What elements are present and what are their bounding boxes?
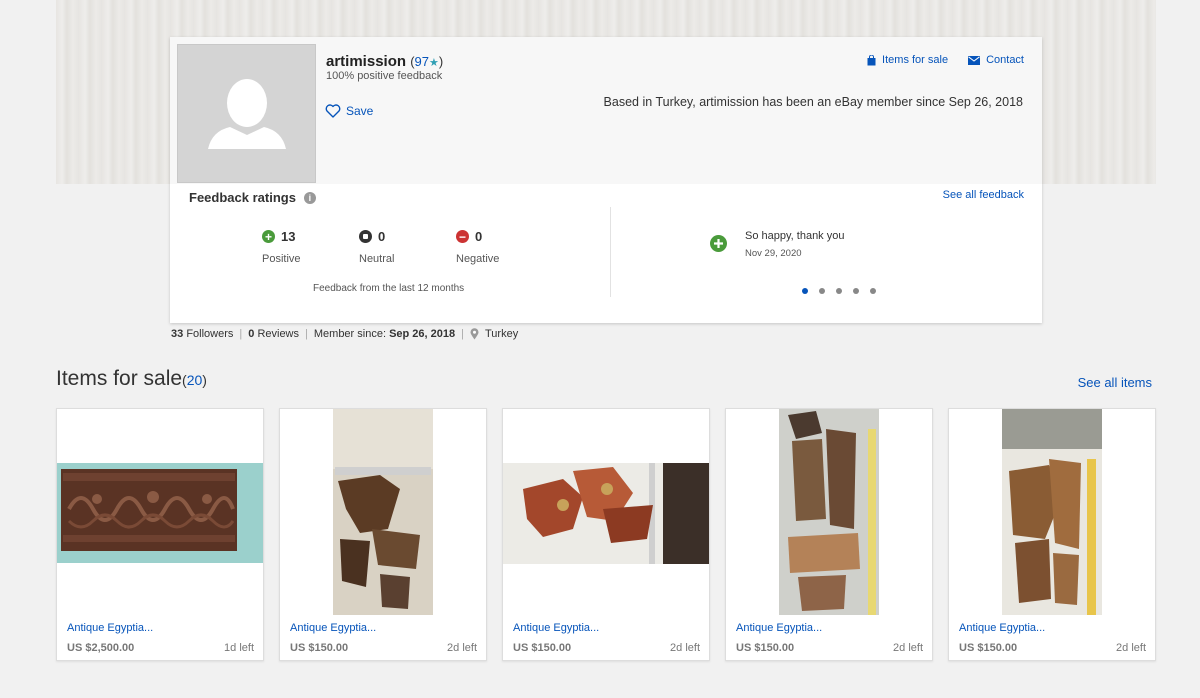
stats-separator: | bbox=[305, 328, 308, 340]
positive-feedback-icon bbox=[710, 235, 727, 252]
minus-icon: − bbox=[456, 230, 469, 243]
feedback-divider bbox=[610, 207, 611, 297]
item-time-left: 2d left bbox=[893, 642, 923, 654]
item-image[interactable] bbox=[949, 409, 1155, 615]
item-image[interactable] bbox=[280, 409, 486, 615]
item-time-left: 1d left bbox=[224, 642, 254, 654]
save-seller-button[interactable]: Save bbox=[325, 104, 373, 118]
items-for-sale-label: Items for sale bbox=[882, 54, 949, 66]
items-for-sale-link[interactable]: Items for sale bbox=[867, 54, 948, 66]
positive-rating[interactable]: + 13 Positive bbox=[262, 229, 301, 265]
member-location-text: Based in Turkey, artimission has been an… bbox=[603, 95, 1023, 109]
feedback-score[interactable]: (97★) bbox=[410, 54, 443, 69]
item-card[interactable]: Antique Egyptia... US $150.00 2d left bbox=[279, 408, 487, 661]
star-icon: ★ bbox=[429, 57, 439, 69]
neutral-label: Neutral bbox=[359, 253, 395, 265]
info-icon[interactable]: i bbox=[303, 191, 316, 204]
item-price: US $150.00 bbox=[513, 642, 572, 654]
seller-actions: Items for sale Contact bbox=[867, 54, 1024, 66]
feedback-ratings-heading: Feedback ratings i bbox=[189, 190, 316, 205]
seller-name[interactable]: artimission (97★) bbox=[326, 53, 443, 70]
plus-icon: + bbox=[262, 230, 275, 243]
envelope-icon bbox=[968, 55, 981, 65]
item-title[interactable]: Antique Egyptia... bbox=[959, 622, 1045, 634]
item-card[interactable]: Antique Egyptia... US $150.00 2d left bbox=[725, 408, 933, 661]
shopping-bag-icon bbox=[867, 54, 876, 65]
item-price: US $150.00 bbox=[290, 642, 349, 654]
item-title[interactable]: Antique Egyptia... bbox=[290, 622, 376, 634]
positive-feedback-percent: 100% positive feedback bbox=[326, 70, 443, 82]
item-title[interactable]: Antique Egyptia... bbox=[513, 622, 599, 634]
item-card[interactable]: Antique Egyptia... US $2,500.00 1d left bbox=[56, 408, 264, 661]
neutral-count: 0 bbox=[378, 229, 386, 244]
items-grid: Antique Egyptia... US $2,500.00 1d left … bbox=[56, 408, 1156, 661]
feedback-period: Feedback from the last 12 months bbox=[313, 283, 465, 294]
seller-stats: 33 Followers | 0 Reviews | Member since:… bbox=[171, 328, 518, 340]
items-for-sale-heading: Items for sale(20) bbox=[56, 367, 207, 391]
item-title[interactable]: Antique Egyptia... bbox=[67, 622, 153, 634]
feedback-ratings-title: Feedback ratings bbox=[189, 190, 296, 205]
feedback-score-value[interactable]: 97 bbox=[415, 54, 429, 69]
item-price: US $150.00 bbox=[736, 642, 795, 654]
stats-separator: | bbox=[461, 328, 464, 340]
item-time-left: 2d left bbox=[670, 642, 700, 654]
items-count[interactable]: (20) bbox=[182, 372, 207, 388]
location-stat: Turkey bbox=[485, 328, 519, 340]
item-card[interactable]: Antique Egyptia... US $150.00 2d left bbox=[502, 408, 710, 661]
neutral-rating[interactable]: 0 Neutral bbox=[359, 229, 394, 265]
item-card[interactable]: Antique Egyptia... US $150.00 2d left bbox=[948, 408, 1156, 661]
item-image[interactable] bbox=[57, 409, 263, 615]
default-user-icon bbox=[208, 79, 286, 149]
profile-card: artimission (97★) 100% positive feedback… bbox=[170, 37, 1042, 323]
carousel-dot[interactable] bbox=[853, 288, 859, 294]
heart-icon bbox=[325, 104, 341, 118]
item-title[interactable]: Antique Egyptia... bbox=[736, 622, 822, 634]
item-image[interactable] bbox=[726, 409, 932, 615]
item-price: US $150.00 bbox=[959, 642, 1018, 654]
items-section-title: Items for sale bbox=[56, 367, 183, 390]
feedback-comment-date: Nov 29, 2020 bbox=[745, 248, 802, 259]
feedback-carousel-dots bbox=[802, 288, 876, 294]
reviews-stat[interactable]: 0 Reviews bbox=[248, 328, 299, 340]
carousel-dot[interactable] bbox=[836, 288, 842, 294]
see-all-feedback-link[interactable]: See all feedback bbox=[943, 189, 1024, 201]
negative-label: Negative bbox=[456, 253, 500, 265]
item-price: US $2,500.00 bbox=[67, 642, 135, 654]
item-time-left: 2d left bbox=[1116, 642, 1146, 654]
contact-link[interactable]: Contact bbox=[968, 54, 1024, 66]
stats-separator: | bbox=[239, 328, 243, 340]
negative-rating[interactable]: − 0 Negative bbox=[456, 229, 499, 265]
carousel-dot[interactable] bbox=[802, 288, 808, 294]
avatar bbox=[177, 44, 316, 183]
carousel-dot[interactable] bbox=[870, 288, 876, 294]
seller-username[interactable]: artimission bbox=[326, 53, 406, 70]
neutral-icon bbox=[359, 230, 372, 243]
item-image[interactable] bbox=[503, 409, 709, 615]
carousel-dot[interactable] bbox=[819, 288, 825, 294]
feedback-comment: So happy, thank you bbox=[745, 230, 845, 242]
member-since-stat: Member since: Sep 26, 2018 bbox=[313, 328, 456, 340]
positive-count: 13 bbox=[281, 229, 296, 244]
see-all-items-link[interactable]: See all items bbox=[1078, 375, 1152, 390]
negative-count: 0 bbox=[475, 229, 483, 244]
save-label: Save bbox=[346, 104, 374, 118]
location-pin-icon bbox=[470, 328, 479, 340]
contact-label: Contact bbox=[986, 54, 1024, 66]
positive-label: Positive bbox=[262, 253, 301, 265]
followers-stat[interactable]: 33 Followers bbox=[171, 328, 233, 340]
item-time-left: 2d left bbox=[447, 642, 477, 654]
